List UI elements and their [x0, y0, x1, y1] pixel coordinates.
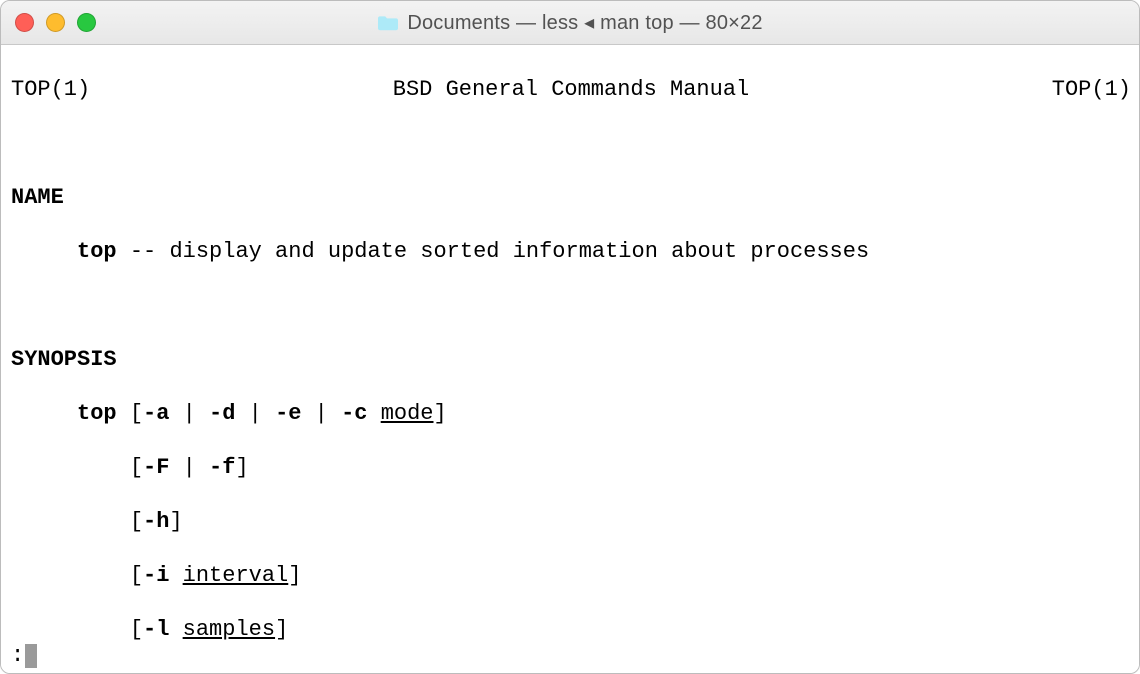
- zoom-button[interactable]: [77, 13, 96, 32]
- minimize-button[interactable]: [46, 13, 65, 32]
- blank-line: [11, 292, 1131, 319]
- less-prompt[interactable]: :: [11, 642, 37, 669]
- synopsis-line-0: top [-a | -d | -e | -c mode]: [11, 400, 1131, 427]
- synopsis-line-2: [-h]: [11, 508, 1131, 535]
- close-button[interactable]: [15, 13, 34, 32]
- blank-line: [11, 130, 1131, 157]
- man-header: TOP(1)BSD General Commands ManualTOP(1): [11, 76, 1131, 103]
- section-synopsis: SYNOPSIS: [11, 346, 1131, 373]
- man-header-right: TOP(1): [1052, 76, 1131, 103]
- cursor-icon: [25, 644, 37, 668]
- man-header-center: BSD General Commands Manual: [90, 76, 1052, 103]
- name-line: top -- display and update sorted informa…: [11, 238, 1131, 265]
- synopsis-line-3: [-i interval]: [11, 562, 1131, 589]
- section-name: NAME: [11, 184, 1131, 211]
- traffic-lights: [15, 13, 96, 32]
- terminal-content[interactable]: TOP(1)BSD General Commands ManualTOP(1) …: [1, 45, 1139, 673]
- man-header-left: TOP(1): [11, 76, 90, 103]
- terminal-window: Documents — less ◂ man top — 80×22 TOP(1…: [0, 0, 1140, 674]
- title-center: Documents — less ◂ man top — 80×22: [1, 10, 1139, 35]
- synopsis-line-5: [-ncols columns]: [11, 670, 1131, 673]
- window-title: Documents — less ◂ man top — 80×22: [407, 10, 762, 35]
- synopsis-line-4: [-l samples]: [11, 616, 1131, 643]
- folder-icon: [377, 15, 399, 31]
- synopsis-line-1: [-F | -f]: [11, 454, 1131, 481]
- titlebar: Documents — less ◂ man top — 80×22: [1, 1, 1139, 45]
